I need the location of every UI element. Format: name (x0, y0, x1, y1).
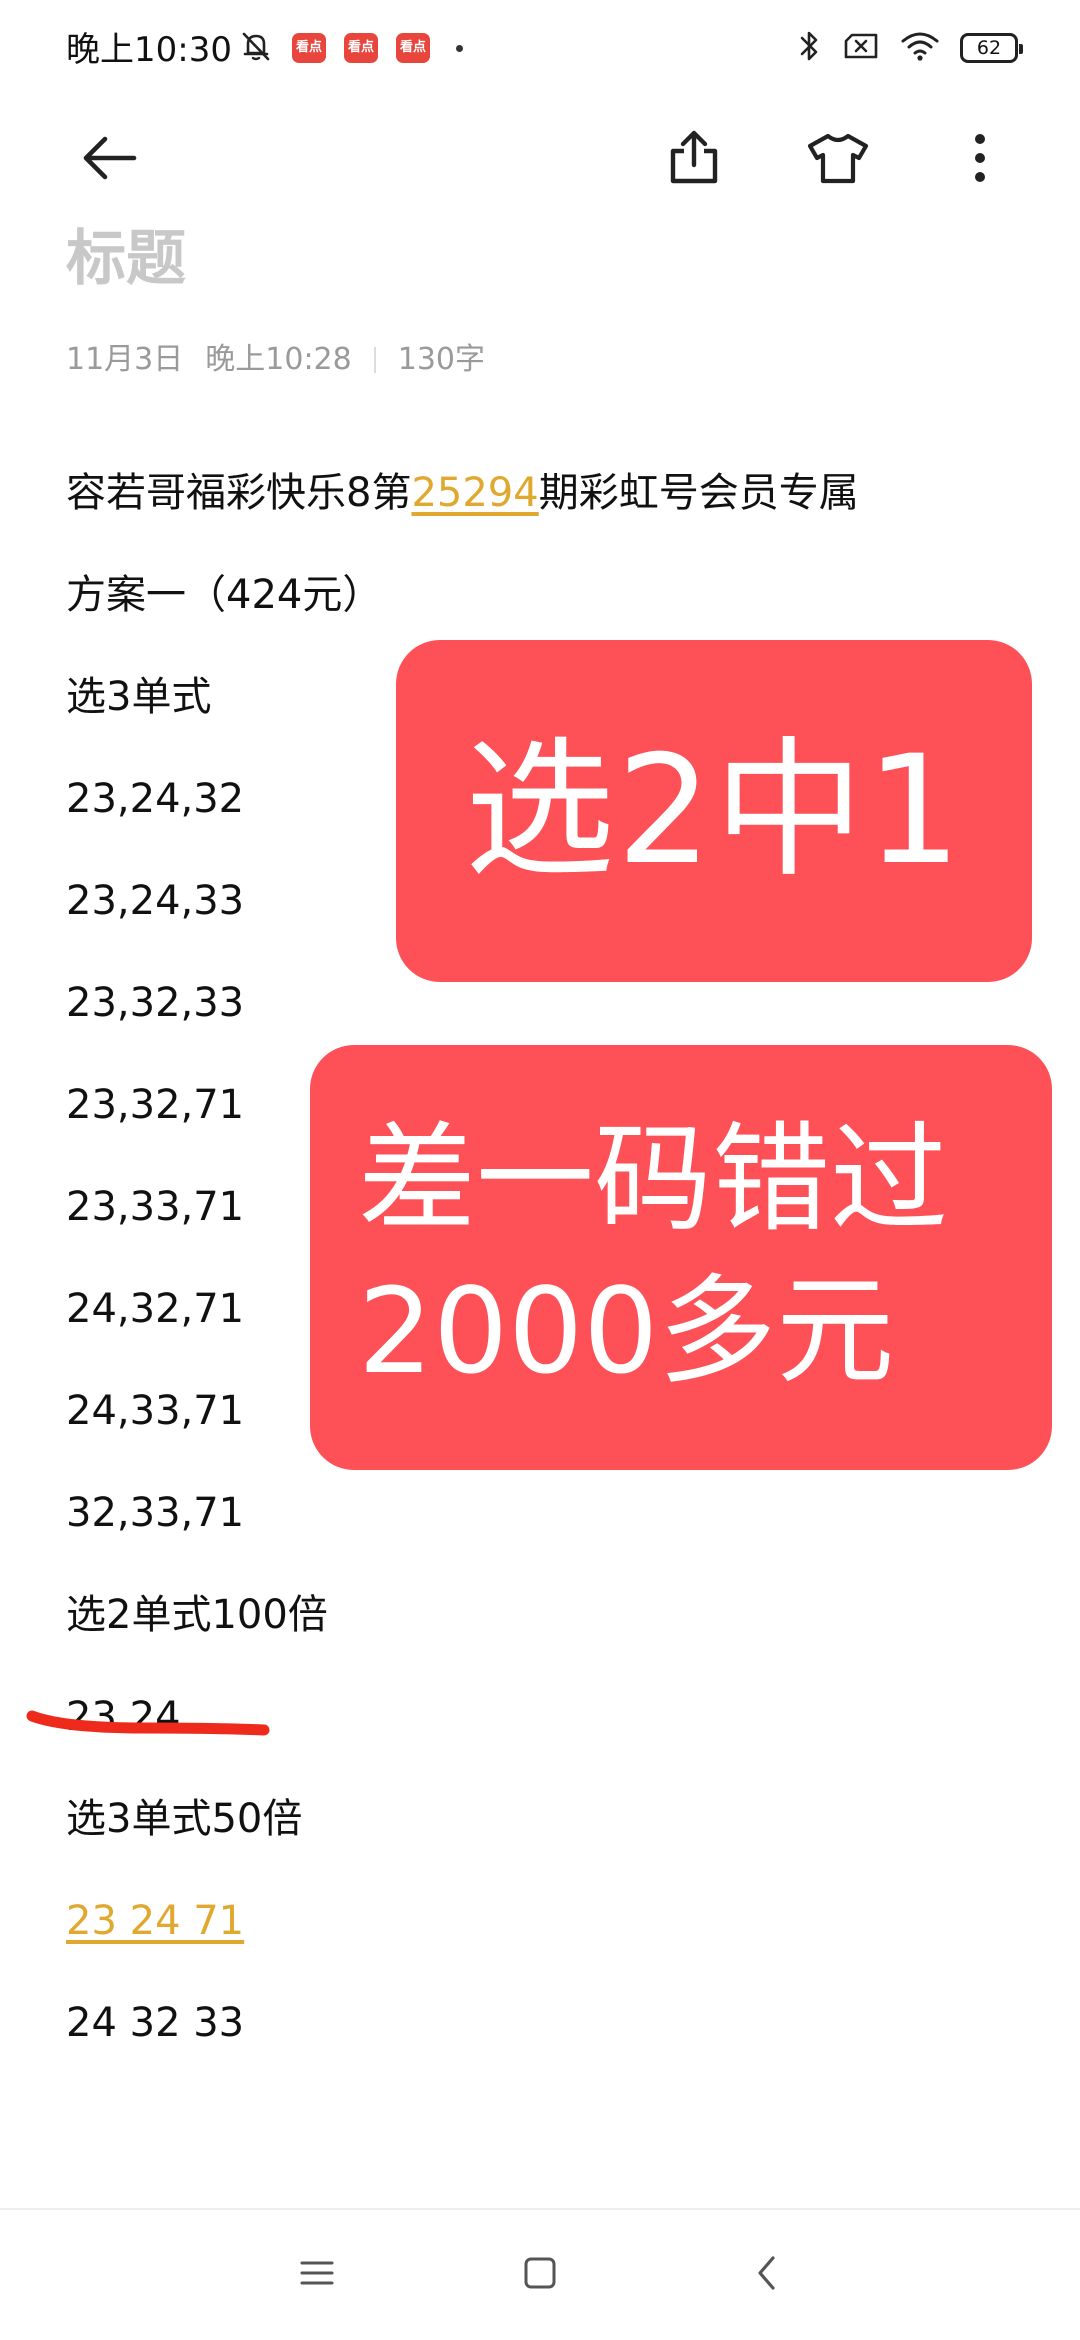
share-button[interactable] (654, 120, 734, 200)
note-char-count: 130字 (397, 342, 485, 377)
theme-button[interactable] (798, 120, 878, 200)
no-sim-icon (842, 30, 880, 66)
app-badge-icon: 看点 (396, 33, 430, 63)
home-button[interactable] (495, 2230, 585, 2320)
battery-icon: 62 (960, 33, 1023, 63)
share-icon (667, 129, 721, 191)
note-line: 23 24 71 (66, 1886, 1026, 1988)
note-line-text: 容若哥福彩快乐8第 (66, 470, 412, 516)
menu-icon (299, 2258, 335, 2292)
callout-line: 2000多元 (358, 1262, 895, 1400)
note-date: 11月3日 (66, 342, 184, 377)
system-nav-bar (0, 2210, 1080, 2340)
note-line: 32,33,71 (66, 1490, 245, 1536)
note-line-text: 期彩虹号会员专属 (538, 470, 859, 516)
promo-callout-box: 差一码错过 2000多元 (310, 1045, 1052, 1470)
app-badge-icon: 看点 (344, 33, 378, 63)
meta-divider (373, 347, 376, 373)
note-line: 选2单式100倍 (66, 1592, 328, 1638)
back-button[interactable] (70, 120, 150, 200)
note-line: 容若哥福彩快乐8第25294期彩虹号会员专属 (66, 458, 1026, 560)
wifi-icon (900, 30, 940, 66)
more-icon (970, 130, 990, 190)
note-meta: 11月3日 晚上10:28 130字 (66, 340, 485, 380)
highlighted-number-link[interactable]: 23 24 71 (66, 1898, 244, 1944)
bluetooth-icon (796, 28, 822, 68)
status-bar: 晚上10:30 看点 看点 看点 62 (0, 0, 1080, 100)
back-chevron-icon (752, 2253, 782, 2297)
promo-callout-box: 选2中1 (396, 640, 1032, 982)
home-square-icon (522, 2255, 558, 2295)
more-options-button[interactable] (940, 120, 1020, 200)
note-toolbar (0, 110, 1080, 210)
app-badge-icon: 看点 (292, 33, 326, 63)
mute-bell-icon (238, 28, 274, 68)
red-underline-mark (26, 1710, 270, 1736)
recent-apps-button[interactable] (272, 2230, 362, 2320)
status-time: 晚上10:30 (66, 30, 232, 70)
status-system-icons: 62 (796, 28, 1023, 68)
note-line: 选3单式50倍 (66, 1796, 303, 1842)
note-time: 晚上10:28 (205, 342, 352, 377)
theme-shirt-icon (806, 130, 870, 190)
callout-line: 差一码错过 (358, 1110, 949, 1248)
status-notifications: 看点 看点 看点 (238, 28, 463, 68)
issue-number-link[interactable]: 25294 (411, 470, 538, 516)
note-line: 24 32 33 (66, 2000, 245, 2046)
back-nav-button[interactable] (722, 2230, 812, 2320)
back-arrow-icon (80, 133, 140, 187)
note-title-field[interactable]: 标题 (66, 222, 186, 296)
more-notifications-dot (456, 44, 463, 52)
